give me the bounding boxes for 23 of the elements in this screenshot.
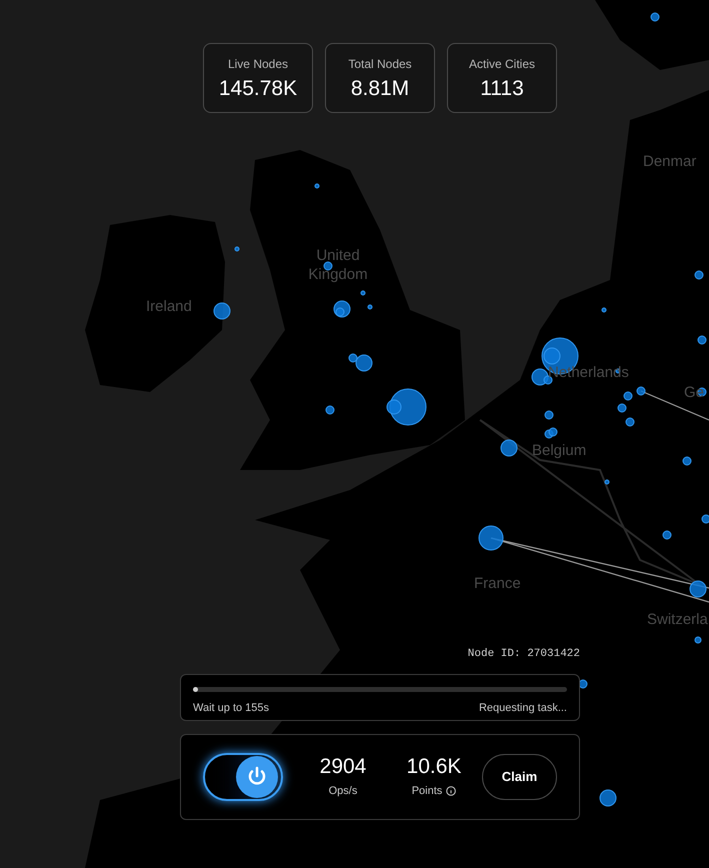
map-label: Switzerla bbox=[647, 610, 708, 629]
node-id: Node ID: 27031422 bbox=[468, 646, 580, 662]
stat-value: 145.78K bbox=[218, 77, 298, 101]
points-label: Points bbox=[412, 784, 442, 799]
stat-value: 8.81M bbox=[350, 77, 410, 101]
map-label: France bbox=[474, 574, 521, 593]
map-label: United Kingdom bbox=[307, 246, 369, 284]
ops-label: Ops/s bbox=[328, 784, 358, 799]
stat-label: Active Cities bbox=[468, 56, 536, 73]
claim-button[interactable]: Claim bbox=[482, 754, 557, 800]
map-label: Netherlands bbox=[548, 363, 629, 382]
wait-text: Wait up to 155s bbox=[193, 701, 270, 716]
stat-label: Total Nodes bbox=[348, 56, 412, 73]
stat-label: Live Nodes bbox=[228, 56, 288, 73]
info-icon[interactable] bbox=[446, 786, 456, 796]
map-label: Ireland bbox=[146, 297, 192, 316]
task-status: Requesting task... bbox=[478, 701, 567, 716]
power-toggle[interactable] bbox=[203, 753, 283, 801]
points-value: 10.6K bbox=[406, 754, 462, 779]
stat-value: 1113 bbox=[480, 77, 524, 101]
map-label: Belgium bbox=[532, 441, 586, 460]
ops-value: 2904 bbox=[320, 754, 366, 779]
map-label: Denmar bbox=[643, 152, 696, 171]
